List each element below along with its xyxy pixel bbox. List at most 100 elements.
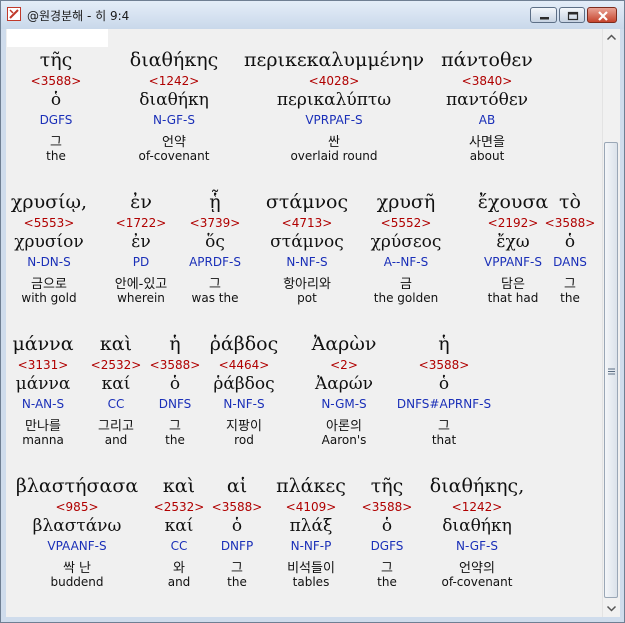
word-block[interactable]: χρυσίῳ, <5553> χρυσίον N-DN-S 금으로 with gold — [11, 191, 87, 309]
minimize-icon — [540, 17, 549, 20]
word-block[interactable]: ἐν <1722> ἐν PD 안에-있고 wherein — [115, 191, 168, 309]
word-block[interactable]: διαθήκης, <1242> διαθήκη N-GF-S 언약의 of-covena… — [430, 475, 524, 593]
strong-number: <3588> — [30, 74, 82, 88]
word-block[interactable]: στάμνος <4713> στάμνος N-NF-S 항아리와 pot — [266, 191, 348, 309]
lemma: ὁ — [50, 90, 62, 110]
greek-word: βλαστήσασα — [15, 475, 139, 497]
lemma: διαθήκη — [442, 516, 512, 536]
word-block[interactable]: ᾗ <3739> ὅς APRDF-S 그 was the — [189, 191, 241, 309]
english-gloss: wherein — [117, 291, 165, 305]
window-title: @원경분해 - 히 9:4 — [27, 9, 130, 23]
english-gloss: that had — [487, 291, 539, 305]
close-button[interactable] — [587, 7, 617, 23]
word-block[interactable]: ἡ <3588> ὁ DNFS 그 the — [150, 333, 201, 451]
strong-number: <5553> — [23, 216, 75, 230]
greek-word: μάννα — [12, 333, 74, 355]
korean-gloss: 항아리와 — [283, 277, 331, 292]
strong-number: <1242> — [451, 500, 503, 514]
word-block[interactable]: μάννα <3131> μάννα N-AN-S 만나를 manna — [12, 333, 73, 451]
korean-gloss: 그 — [209, 277, 221, 292]
korean-gloss: 그 — [438, 419, 450, 434]
lemma: ἐν — [131, 232, 151, 252]
english-gloss: and — [167, 575, 191, 589]
morph-code: N-GF-S — [153, 113, 195, 127]
strong-number: <4713> — [281, 216, 333, 230]
strong-number: <2532> — [90, 358, 142, 372]
vertical-scrollbar[interactable] — [602, 29, 620, 617]
word-block[interactable]: ῥάβδος <4464> ῥάβδος N-NF-S 지팡이 rod — [210, 333, 279, 451]
english-gloss: overlaid round — [290, 149, 378, 163]
greek-word: χρυσῆ — [376, 191, 436, 213]
english-gloss: the golden — [373, 291, 439, 305]
korean-gloss: 그리고 — [98, 419, 134, 434]
word-block[interactable]: ἔχουσα <2192> ἔχω VPPANF-S 담은 that had — [478, 191, 549, 309]
minimize-button[interactable] — [530, 7, 557, 23]
greek-word: ᾗ — [209, 191, 221, 213]
word-block[interactable]: καὶ <2532> καί CC 그리고 and — [91, 333, 142, 451]
korean-gloss: 금 — [400, 277, 412, 292]
korean-gloss: 그 — [564, 277, 576, 292]
strong-number: <3739> — [189, 216, 241, 230]
lemma: καί — [164, 516, 194, 536]
app-window: @원경분해 - 히 9:4 τῆς <3588> ὁ DGFS 그 the διαθήκης… — [0, 0, 625, 623]
scroll-up-icon[interactable] — [603, 29, 620, 46]
english-gloss: of-covenant — [138, 149, 210, 163]
greek-word: τῆς — [370, 475, 404, 497]
english-gloss: buddend — [50, 575, 104, 589]
word-block[interactable]: τὸ <3588> ὁ DANS 그 the — [545, 191, 596, 309]
word-block[interactable]: διαθήκης <1242> διαθήκη N-GF-S 언약 of-covenant — [130, 49, 218, 167]
morph-code: DNFS — [158, 397, 192, 411]
greek-word: ἡ — [169, 333, 181, 355]
lemma: ἔχω — [496, 232, 530, 252]
word-block[interactable]: περικεκαλυμμένην <4028> περικαλύπτω VPRPAF-… — [244, 49, 424, 167]
lemma: πλάξ — [289, 516, 333, 536]
word-block[interactable]: τῆς <3588> ὁ DGFS 그 the — [31, 49, 82, 167]
word-block[interactable]: αἱ <3588> ὁ DNFP 그 the — [212, 475, 263, 593]
word-block[interactable]: τῆς <3588> ὁ DGFS 그 the — [362, 475, 413, 593]
lemma: χρυσίον — [14, 232, 84, 252]
english-gloss: with gold — [21, 291, 77, 305]
word-block[interactable]: πάντοθεν <3840> παντόθεν AB 사면을 about — [441, 49, 533, 167]
word-block[interactable]: χρυσῆ <5552> χρύσεος A--NF-S 금 the golden — [371, 191, 442, 309]
greek-word: περικεκαλυμμένην — [244, 49, 424, 71]
morph-code: N-GF-S — [456, 539, 498, 553]
greek-word: διαθήκης — [129, 49, 219, 71]
morph-code: PD — [132, 255, 150, 269]
lemma: παντόθεν — [445, 90, 529, 110]
word-block[interactable]: ἡ <3588> ὁ DNFS#APRNF-S 그 that — [397, 333, 491, 451]
korean-gloss: 싼 — [328, 135, 340, 150]
morph-code: N-DN-S — [27, 255, 71, 269]
input-box[interactable] — [7, 29, 108, 47]
title-bar[interactable]: @원경분해 - 히 9:4 — [1, 1, 624, 29]
lemma: στάμνος — [270, 232, 344, 252]
word-block[interactable]: Ἀαρὼν <2> Ἀαρών N-GM-S 아론의 Aaron's — [312, 333, 377, 451]
morph-code: DGFS — [370, 539, 404, 553]
strong-number: <3588> — [211, 500, 263, 514]
lemma: μάννα — [15, 374, 71, 394]
korean-gloss: 그 — [169, 419, 181, 434]
greek-word: διαθήκης, — [429, 475, 525, 497]
english-gloss: and — [104, 433, 128, 447]
strong-number: <4028> — [308, 74, 360, 88]
morph-code: N-NF-S — [286, 255, 328, 269]
scroll-down-icon[interactable] — [603, 600, 620, 617]
korean-gloss: 와 — [173, 561, 185, 576]
korean-gloss: 지팡이 — [226, 419, 262, 434]
strong-number: <3588> — [361, 500, 413, 514]
morph-code: DNFP — [220, 539, 254, 553]
morph-code: DGFS — [39, 113, 73, 127]
lemma: Ἀαρών — [315, 374, 373, 394]
greek-word: αἱ — [226, 475, 248, 497]
scroll-thumb[interactable] — [604, 142, 618, 598]
korean-gloss: 만나를 — [25, 419, 61, 434]
word-block[interactable]: βλαστήσασα <985> βλαστάνω VPAANF-S 싹 난 budden… — [16, 475, 138, 593]
strong-number: <3588> — [418, 358, 470, 372]
word-block[interactable]: καὶ <2532> καί CC 와 and — [154, 475, 205, 593]
morph-code: APRDF-S — [189, 255, 241, 269]
word-block[interactable]: πλάκες <4109> πλάξ N-NF-P 비석들이 tables — [276, 475, 346, 593]
korean-gloss: 아론의 — [326, 419, 362, 434]
maximize-button[interactable] — [559, 7, 585, 23]
lemma: ῥάβδος — [213, 374, 275, 394]
morph-code: CC — [107, 397, 125, 411]
strong-number: <1242> — [148, 74, 200, 88]
